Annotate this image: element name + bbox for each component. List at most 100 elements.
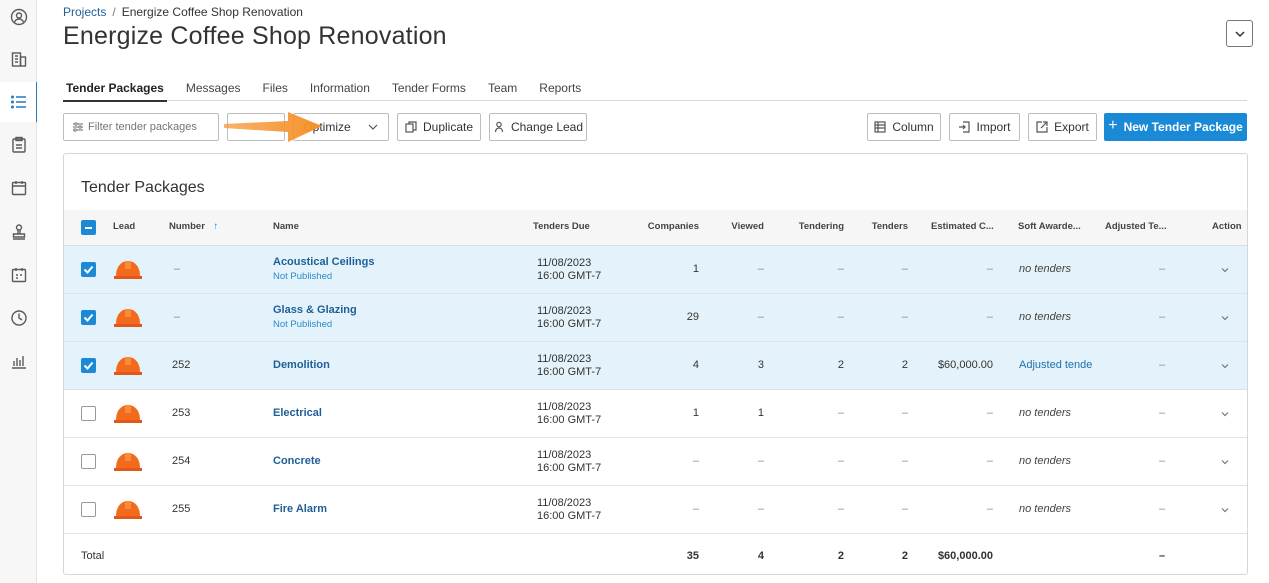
row-tenders-due: 11/08/2023 16:00 GMT-7 [537, 449, 601, 475]
columns-icon [874, 121, 886, 133]
row-tenders: – [901, 263, 908, 275]
column-label: Column [892, 120, 934, 134]
header-estimated-cost[interactable]: Estimated C... [931, 221, 994, 232]
header-adjusted-tender[interactable]: Adjusted Te... [1105, 221, 1167, 232]
import-button[interactable]: Import [949, 113, 1020, 141]
header-tenders[interactable]: Tenders [872, 221, 908, 232]
tab-information[interactable]: Information [307, 77, 373, 101]
tab-messages[interactable]: Messages [183, 77, 244, 101]
expand-chevron-icon[interactable] [1220, 505, 1230, 515]
chevron-down-icon [368, 124, 378, 130]
row-name-link[interactable]: Demolition [273, 359, 330, 371]
breadcrumb-current: Energize Coffee Shop Renovation [121, 5, 303, 19]
clock-icon[interactable] [0, 298, 37, 338]
expand-chevron-icon[interactable] [1220, 313, 1230, 323]
header-viewed[interactable]: Viewed [731, 221, 764, 232]
row-name-link[interactable]: Concrete [273, 455, 321, 467]
row-name-link[interactable]: Glass & Glazing [273, 304, 357, 316]
table-row[interactable]: – Acoustical Ceilings Not Published 11/0… [64, 246, 1247, 294]
check-icon [83, 361, 94, 370]
row-checkbox[interactable] [81, 502, 96, 517]
row-number: 253 [172, 407, 191, 419]
change-lead-button[interactable]: Change Lead [489, 113, 587, 141]
tab-reports[interactable]: Reports [536, 77, 584, 101]
row-checkbox[interactable] [81, 454, 96, 469]
row-checkbox[interactable] [81, 262, 96, 277]
row-due-date: 11/08/2023 [537, 497, 592, 509]
row-checkbox[interactable] [81, 406, 96, 421]
row-estimated: – [986, 263, 993, 275]
card-title: Tender Packages [81, 179, 205, 196]
select-all-checkbox[interactable] [81, 220, 96, 235]
table-row[interactable]: 255 Fire Alarm 11/08/2023 16:00 GMT-7 – … [64, 486, 1247, 534]
expand-chevron-icon[interactable] [1220, 361, 1230, 371]
hard-hat-avatar-icon [114, 309, 142, 327]
list-icon[interactable] [0, 82, 38, 122]
calendar-icon[interactable] [0, 168, 37, 208]
profile-icon[interactable] [0, 0, 37, 37]
building-icon[interactable] [0, 39, 37, 79]
row-viewed: 3 [757, 359, 764, 371]
main-content: Projects / Energize Coffee Shop Renovati… [37, 0, 1269, 583]
stamp-icon[interactable] [0, 212, 37, 252]
row-adjusted: – [1159, 311, 1166, 323]
row-viewed: – [757, 311, 764, 323]
table-row[interactable]: 252 Demolition 11/08/2023 16:00 GMT-7 4 … [64, 342, 1247, 390]
row-tenders-due: 11/08/2023 16:00 GMT-7 [537, 401, 601, 427]
clipboard-icon[interactable] [0, 125, 37, 165]
expand-chevron-icon[interactable] [1220, 265, 1230, 275]
row-tenders: – [901, 407, 908, 419]
table-row[interactable]: 254 Concrete 11/08/2023 16:00 GMT-7 – – … [64, 438, 1247, 486]
tab-tender-packages[interactable]: Tender Packages [63, 77, 167, 102]
row-tenders: 2 [901, 359, 908, 371]
row-adjusted: – [1159, 503, 1166, 515]
row-soft-awarded: no tenders [1019, 263, 1071, 275]
row-name-cell: Electrical [273, 407, 322, 419]
filter-input[interactable] [88, 121, 218, 133]
row-name-link[interactable]: Fire Alarm [273, 503, 327, 515]
breadcrumb-projects-link[interactable]: Projects [63, 5, 106, 19]
tab-files[interactable]: Files [260, 77, 291, 101]
row-viewed: 1 [757, 407, 764, 419]
new-tender-package-button[interactable]: + New Tender Package [1104, 113, 1247, 141]
expand-chevron-icon[interactable] [1220, 457, 1230, 467]
row-companies: – [692, 503, 699, 515]
filter-field[interactable] [63, 113, 219, 141]
chart-icon[interactable] [0, 341, 37, 381]
row-due-date: 11/08/2023 [537, 449, 592, 461]
header-tendering[interactable]: Tendering [799, 221, 844, 232]
row-name-link[interactable]: Electrical [273, 407, 322, 419]
total-viewed: 4 [757, 550, 764, 562]
row-name-link[interactable]: Acoustical Ceilings [273, 256, 374, 268]
row-due-time: 16:00 GMT-7 [537, 462, 602, 474]
tab-team[interactable]: Team [485, 77, 520, 101]
hard-hat-avatar-icon [114, 405, 142, 423]
table-header: Lead Number ↑ Name Tenders Due Companies… [64, 210, 1247, 246]
expand-chevron-icon[interactable] [1220, 409, 1230, 419]
table-row[interactable]: 253 Electrical 11/08/2023 16:00 GMT-7 1 … [64, 390, 1247, 438]
project-menu-button[interactable] [1226, 20, 1253, 47]
row-tendering: – [837, 263, 844, 275]
schedule-icon[interactable] [0, 255, 37, 295]
row-status: Not Published [273, 271, 333, 282]
table-row[interactable]: – Glass & Glazing Not Published 11/08/20… [64, 294, 1247, 342]
export-button[interactable]: Export [1028, 113, 1097, 141]
header-companies[interactable]: Companies [648, 221, 699, 232]
column-button[interactable]: Column [867, 113, 941, 141]
tab-tender-forms[interactable]: Tender Forms [389, 77, 469, 101]
header-soft-awarded[interactable]: Soft Awarde... [1018, 221, 1081, 232]
duplicate-label: Duplicate [422, 120, 474, 134]
duplicate-button[interactable]: Duplicate [397, 113, 481, 141]
row-checkbox[interactable] [81, 358, 96, 373]
row-checkbox[interactable] [81, 310, 96, 325]
row-soft-awarded-link[interactable]: Adjusted tende [1019, 359, 1092, 371]
header-name[interactable]: Name [273, 221, 299, 232]
total-estimated: $60,000.00 [937, 550, 993, 562]
row-due-time: 16:00 GMT-7 [537, 318, 602, 330]
header-number[interactable]: Number ↑ [169, 221, 218, 232]
hard-hat-avatar-icon [114, 453, 142, 471]
breadcrumb-separator: / [112, 5, 116, 19]
row-soft-awarded: no tenders [1019, 455, 1071, 467]
row-tenders: – [901, 455, 908, 467]
header-tenders-due[interactable]: Tenders Due [533, 221, 590, 232]
